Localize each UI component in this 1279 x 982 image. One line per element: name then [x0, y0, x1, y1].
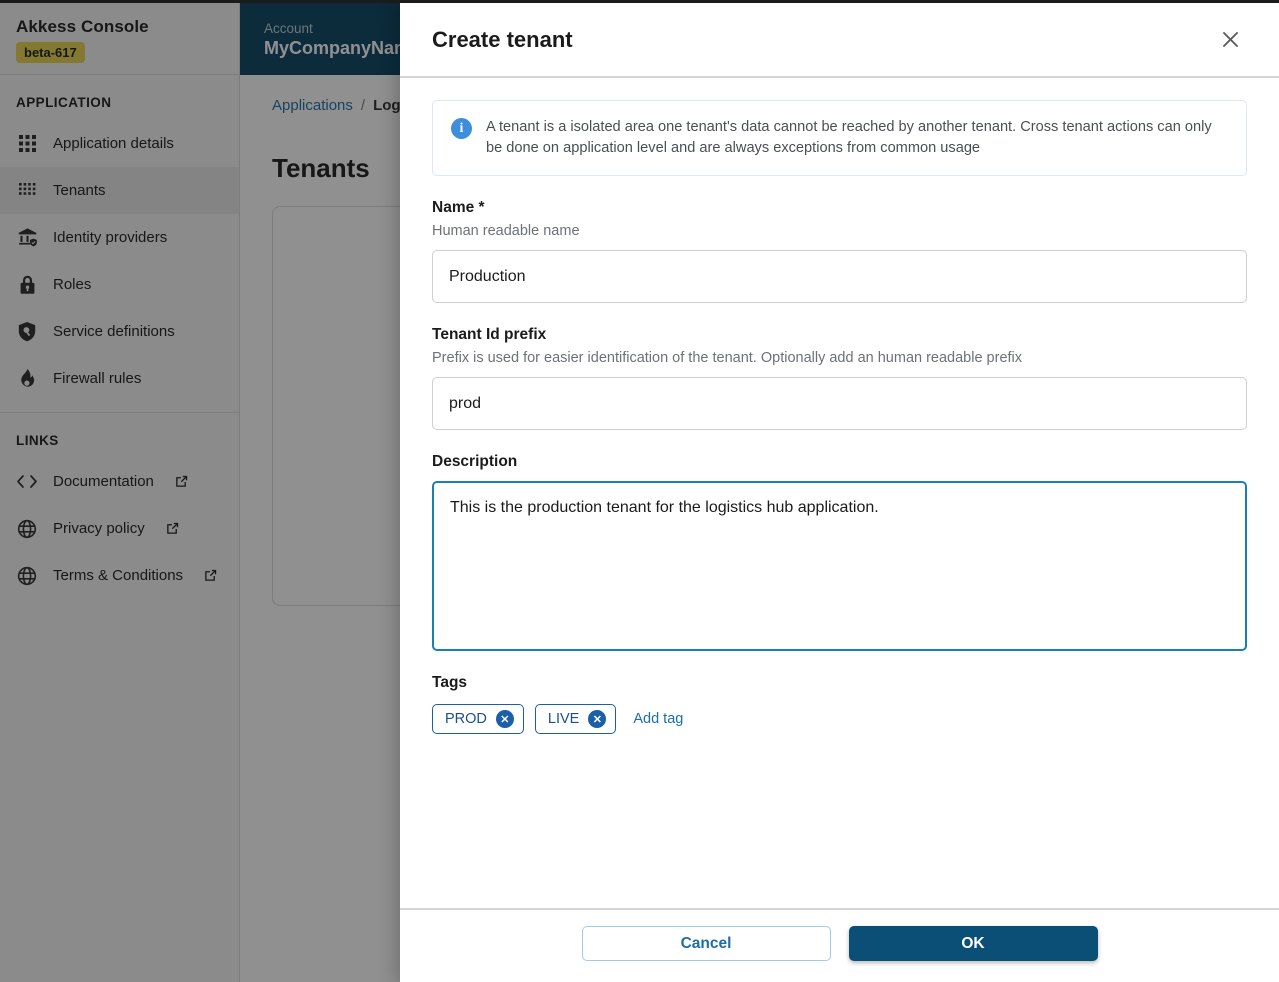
tags-row: PROD ✕ LIVE ✕ Add tag	[432, 704, 1247, 734]
field-prefix: Tenant Id prefix Prefix is used for easi…	[432, 325, 1247, 430]
tag-chip[interactable]: PROD ✕	[432, 704, 524, 734]
tag-chip[interactable]: LIVE ✕	[535, 704, 616, 734]
app-root: Akkess Console beta-617 APPLICATION Appl…	[0, 0, 1279, 982]
dialog-body: i A tenant is a isolated area one tenant…	[400, 78, 1279, 908]
field-prefix-hint: Prefix is used for easier identification…	[432, 348, 1247, 368]
tags-label: Tags	[432, 673, 1247, 693]
tag-chip-label: PROD	[445, 711, 487, 727]
close-circle-icon[interactable]: ✕	[496, 710, 514, 728]
tenant-id-prefix-input[interactable]	[432, 377, 1247, 430]
close-circle-icon[interactable]: ✕	[588, 710, 606, 728]
close-icon[interactable]	[1213, 23, 1247, 57]
dialog-title: Create tenant	[432, 27, 573, 53]
create-tenant-dialog: Create tenant i A tenant is a isolated a…	[400, 3, 1279, 982]
dialog-header: Create tenant	[400, 3, 1279, 78]
dialog-footer: Cancel OK	[400, 908, 1279, 982]
info-banner-text: A tenant is a isolated area one tenant's…	[486, 117, 1228, 159]
field-name-label: Name *	[432, 198, 1247, 218]
field-tags: Tags PROD ✕ LIVE ✕ Add tag	[432, 673, 1247, 734]
field-description: Description	[432, 452, 1247, 651]
field-prefix-label: Tenant Id prefix	[432, 325, 1247, 345]
field-name-hint: Human readable name	[432, 221, 1247, 241]
name-input[interactable]	[432, 250, 1247, 303]
info-banner: i A tenant is a isolated area one tenant…	[432, 100, 1247, 176]
cancel-button[interactable]: Cancel	[582, 926, 831, 961]
add-tag-link[interactable]: Add tag	[633, 711, 683, 727]
ok-button[interactable]: OK	[849, 926, 1098, 961]
field-name: Name * Human readable name	[432, 198, 1247, 303]
description-textarea[interactable]	[432, 481, 1247, 651]
tag-chip-label: LIVE	[548, 711, 579, 727]
field-description-label: Description	[432, 452, 1247, 472]
info-icon: i	[451, 118, 472, 139]
